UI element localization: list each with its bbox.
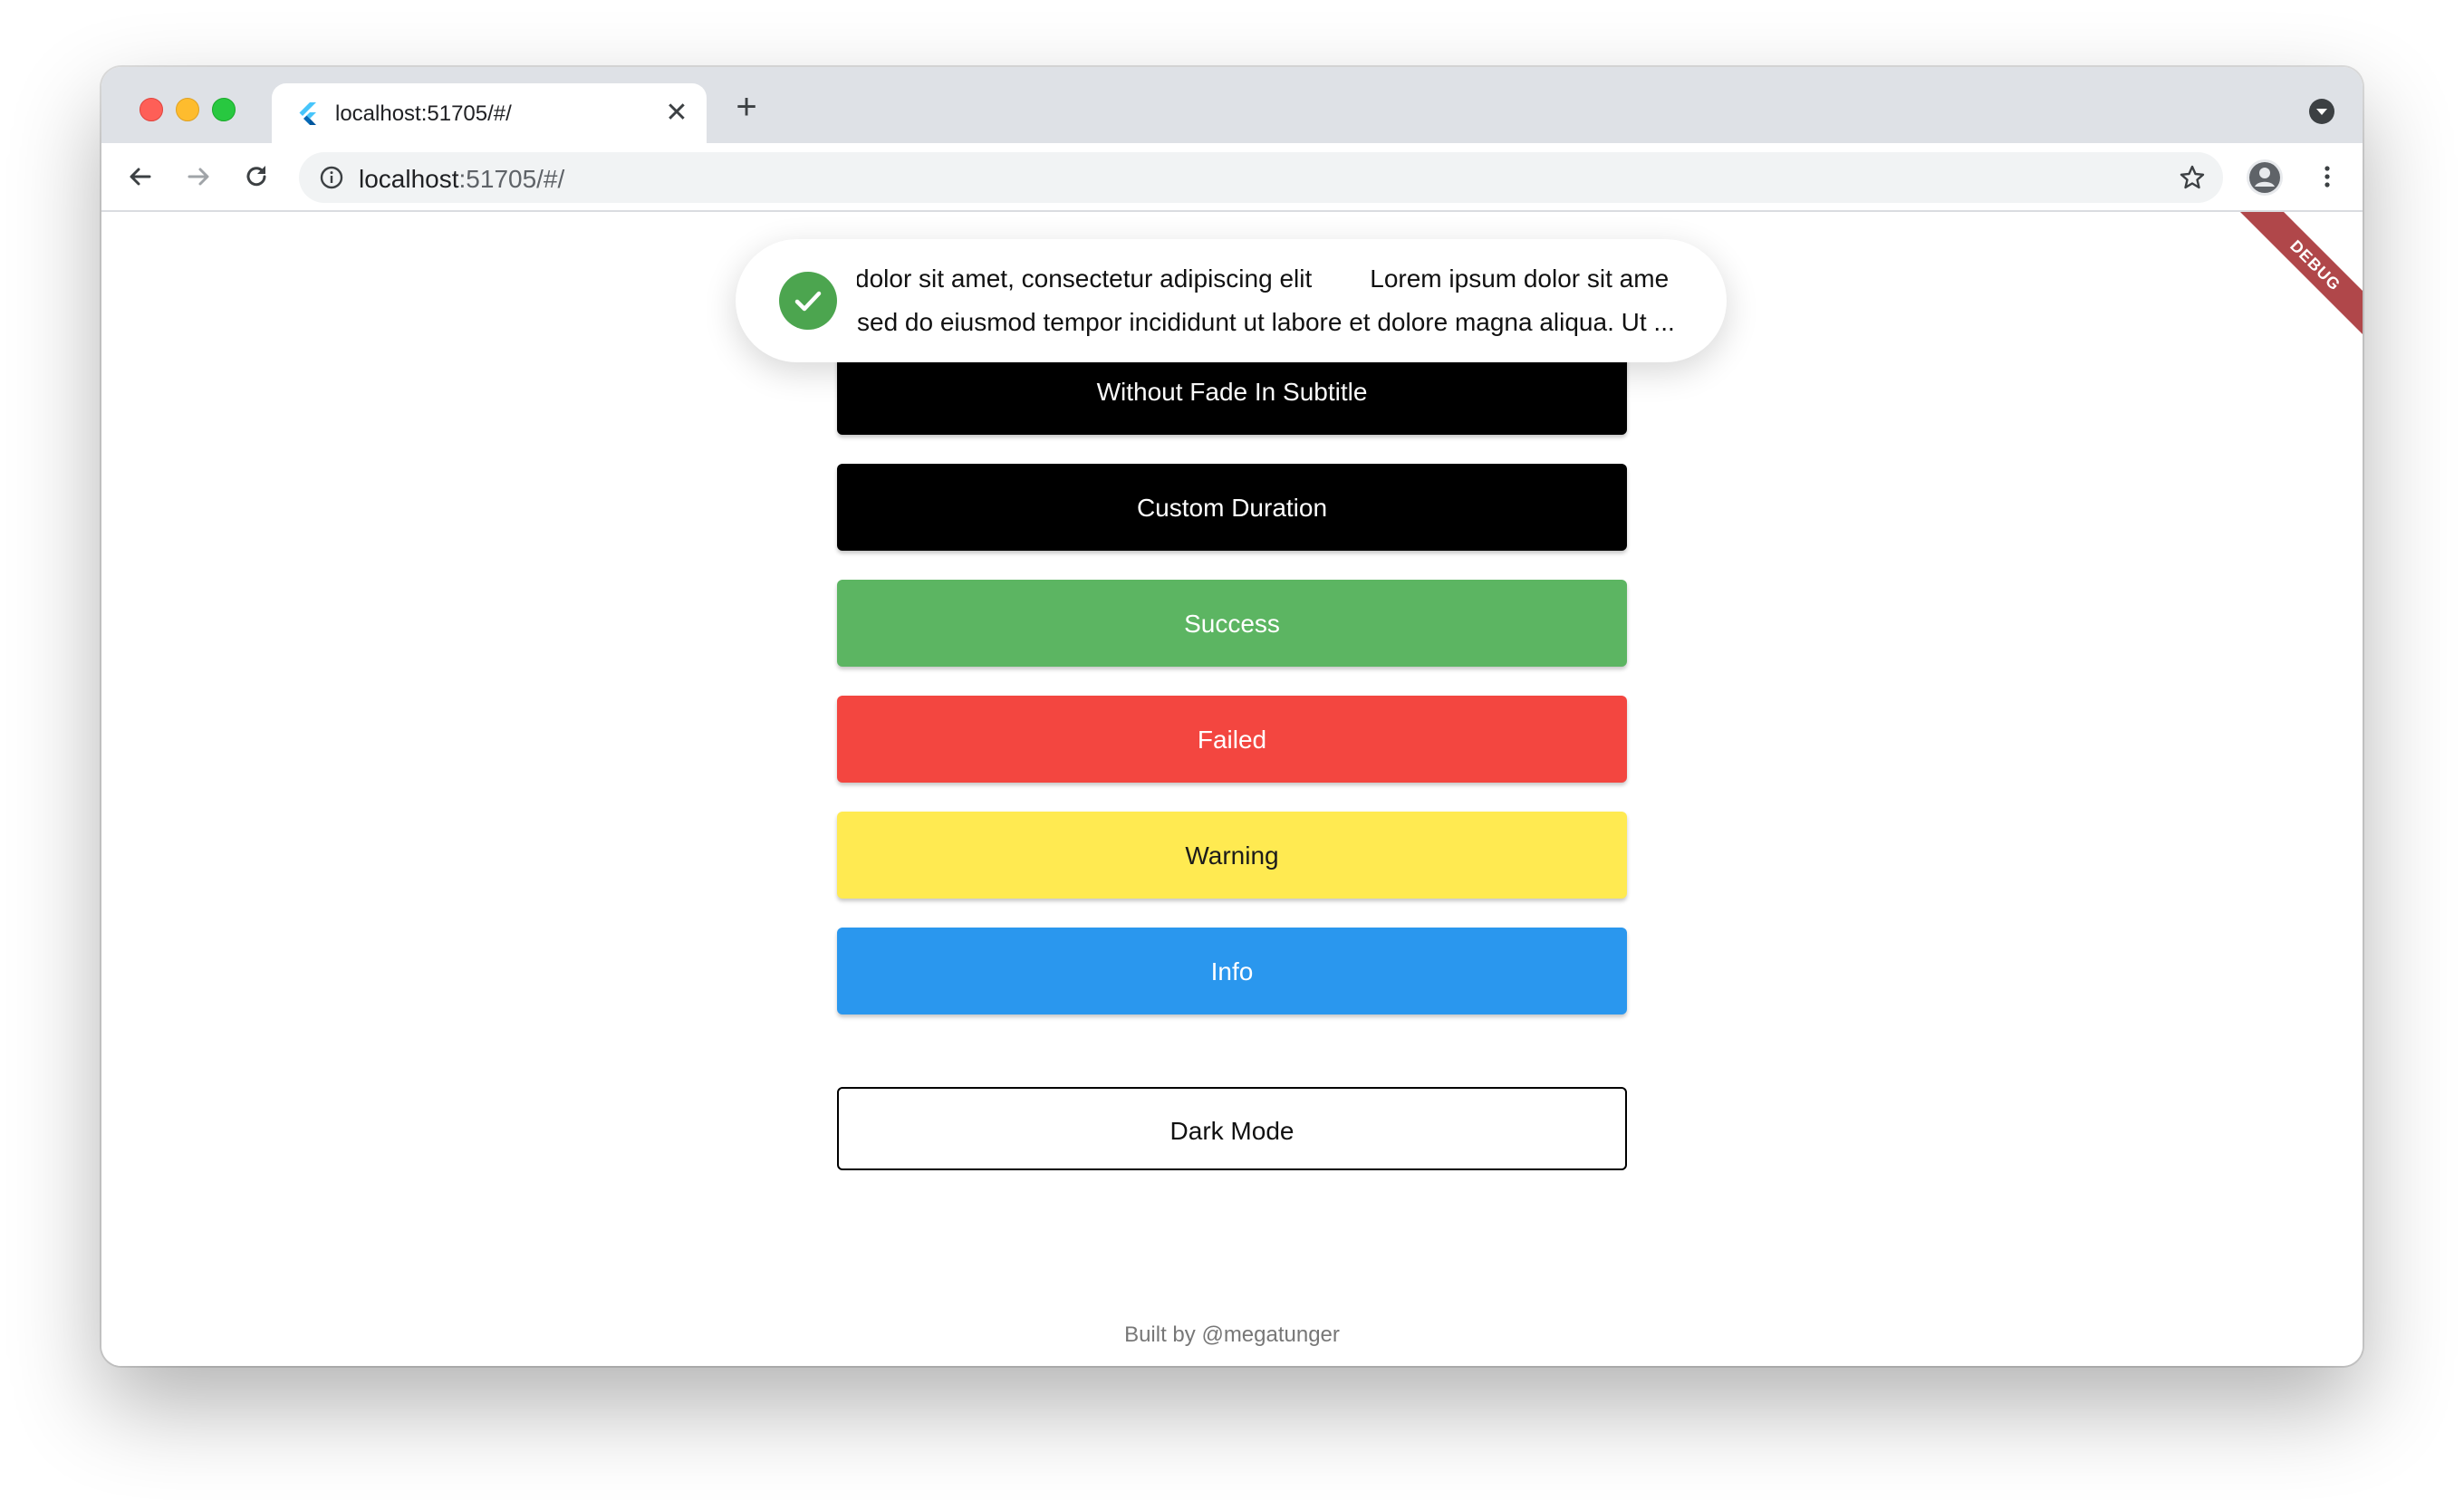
url-text[interactable]: localhost:51705/#/ — [359, 165, 564, 194]
custom-duration-button[interactable]: Custom Duration — [837, 464, 1627, 551]
arrow-right-icon[interactable] — [183, 161, 214, 192]
tab-strip: localhost:51705/#/ ✕ + — [101, 67, 2363, 143]
url-path: :51705/#/ — [458, 165, 565, 193]
close-window-button[interactable] — [140, 98, 163, 121]
maximize-window-button[interactable] — [212, 98, 236, 121]
success-toast[interactable]: dolor sit amet, consectetur adipiscing e… — [736, 239, 1727, 362]
toast-subtitle: sed do eiusmod tempor incididunt ut labo… — [857, 308, 1675, 336]
toast-title-marquee: dolor sit amet, consectetur adipiscing e… — [857, 264, 1685, 301]
desktop-background: localhost:51705/#/ ✕ + localhost:51705/#… — [0, 0, 2464, 1500]
failed-button[interactable]: Failed — [837, 696, 1627, 783]
tab-title: localhost:51705/#/ — [335, 101, 512, 126]
reload-icon[interactable] — [241, 161, 272, 192]
tab-close-icon[interactable]: ✕ — [661, 98, 692, 129]
success-button[interactable]: Success — [837, 580, 1627, 667]
url-host: localhost — [359, 165, 459, 193]
person-icon — [2249, 162, 2280, 193]
warning-button[interactable]: Warning — [837, 812, 1627, 899]
address-bar[interactable]: localhost:51705/#/ — [299, 152, 2223, 203]
toast-title: dolor sit amet, consectetur adipiscing e… — [857, 264, 1313, 293]
chevron-down-circle-icon[interactable] — [2308, 98, 2335, 125]
profile-button[interactable] — [2247, 159, 2283, 196]
check-circle-icon — [779, 272, 837, 330]
browser-toolbar: localhost:51705/#/ — [101, 143, 2363, 212]
star-icon[interactable] — [2178, 163, 2207, 192]
kebab-menu-icon[interactable] — [2312, 161, 2343, 192]
page-content: DEBUG Without Fade In Subtitle Custom Du… — [101, 212, 2363, 1366]
checkmark-icon — [794, 291, 822, 312]
new-tab-button[interactable]: + — [728, 89, 765, 125]
debug-banner: DEBUG — [2234, 212, 2363, 347]
flutter-logo-icon — [299, 102, 316, 125]
footer-credit: Built by @megatunger — [1124, 1322, 1340, 1347]
toast-title-repeat: Lorem ipsum dolor sit ame — [1370, 264, 1670, 293]
browser-window: localhost:51705/#/ ✕ + localhost:51705/#… — [101, 67, 2363, 1366]
dark-mode-button[interactable]: Dark Mode — [837, 1087, 1627, 1170]
arrow-left-icon[interactable] — [125, 161, 156, 192]
info-button[interactable]: Info — [837, 928, 1627, 1014]
info-icon[interactable] — [319, 165, 344, 190]
minimize-window-button[interactable] — [176, 98, 199, 121]
browser-tab[interactable]: localhost:51705/#/ ✕ — [272, 83, 707, 143]
